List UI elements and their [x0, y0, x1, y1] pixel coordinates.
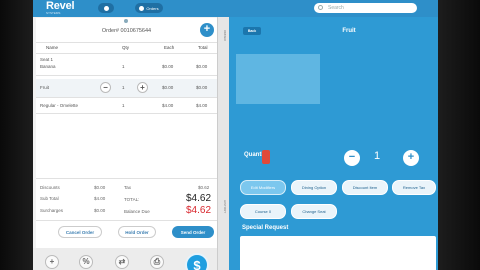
search-placeholder: Search — [328, 5, 344, 11]
row-name: Regular - Omelette — [40, 103, 79, 108]
surcharges-label: Surcharges — [40, 208, 64, 213]
orders-nav-button[interactable]: Orders — [135, 3, 163, 13]
decrease-qty-button[interactable]: − — [100, 82, 111, 93]
split-icon[interactable]: ⇄ — [115, 255, 129, 269]
item-title: Fruit — [342, 28, 356, 34]
history-tab-label[interactable]: HISTORY — [219, 200, 227, 213]
top-bar: Revel SYSTEMS Orders Search — [33, 0, 438, 17]
quantity-value: 1 — [374, 150, 381, 162]
row-qty: 1 — [122, 85, 125, 90]
item-detail-panel: Back Fruit Quantity − 1 + Edit Modifiers… — [229, 17, 438, 270]
row-total: $0.00 — [196, 85, 208, 90]
order-pin-icon — [124, 19, 128, 23]
remove-tax-button[interactable]: Remove Tax — [392, 180, 436, 195]
row-total: $0.00 — [196, 64, 208, 69]
discounts-value: $0.00 — [94, 185, 106, 190]
home-button[interactable] — [98, 3, 114, 13]
drag-handle[interactable] — [262, 150, 270, 164]
change-seat-button[interactable]: Change Seat — [291, 204, 337, 219]
balance-value: $4.62 — [186, 205, 212, 216]
edit-modifiers-button[interactable]: Edit Modifiers — [240, 180, 286, 195]
row-total: $4.00 — [196, 103, 208, 108]
pay-button[interactable]: $ — [185, 253, 209, 270]
device-bezel-left — [0, 0, 33, 270]
divider — [36, 113, 217, 114]
row-sub: Banana — [40, 64, 56, 69]
order-number: Order# 0010675644 — [101, 28, 152, 34]
row-name: Seat 1 — [40, 57, 54, 62]
orders-nav-label: Orders — [146, 5, 159, 11]
total-value: $4.62 — [186, 193, 212, 204]
row-name: Fruit — [40, 85, 49, 90]
divider — [36, 75, 217, 76]
divider — [36, 42, 217, 43]
order-row-selected[interactable] — [36, 79, 217, 97]
search-icon — [318, 5, 323, 10]
send-order-button[interactable]: Send Order — [172, 226, 214, 238]
quantity-decrease-button[interactable]: − — [344, 150, 360, 166]
order-panel: Order# 0010675644 + Name Qty Each Total … — [36, 18, 217, 248]
pos-screen: Revel SYSTEMS Orders Search Order# 00106… — [33, 0, 438, 270]
orders-icon — [139, 5, 145, 11]
row-each: $4.00 — [162, 103, 174, 108]
divider — [36, 220, 217, 221]
order-tab-label[interactable]: ORDER — [219, 30, 227, 41]
divider — [36, 97, 217, 98]
panel-divider — [217, 17, 229, 270]
quantity-increase-button[interactable]: + — [403, 150, 419, 166]
hold-order-button[interactable]: Hold Order — [118, 226, 156, 238]
balance-label: Balance Due — [124, 209, 150, 214]
logo-subtitle: SYSTEMS — [46, 11, 61, 15]
device-bezel-right — [438, 0, 480, 270]
row-qty: 1 — [122, 103, 125, 108]
add-item-button[interactable]: + — [200, 23, 214, 37]
discount-icon[interactable]: % — [79, 255, 93, 269]
divider — [36, 178, 217, 179]
row-qty: 1 — [122, 64, 125, 69]
row-each: $0.00 — [162, 64, 174, 69]
surcharges-value: $0.00 — [94, 208, 106, 213]
special-request-label: Special Request — [242, 225, 289, 231]
tablet-device: Revel SYSTEMS Orders Search Order# 00106… — [0, 0, 480, 270]
divider — [36, 53, 217, 54]
search-input[interactable]: Search — [314, 3, 417, 13]
subtotal-value: $4.00 — [94, 196, 106, 201]
home-icon — [103, 5, 109, 11]
discount-item-button[interactable]: Discount Item — [342, 180, 388, 195]
print-icon[interactable]: ⎙ — [150, 255, 164, 269]
tax-label: Tax — [124, 185, 132, 190]
dining-option-button[interactable]: Dining Option — [291, 180, 337, 195]
action-icon-bar: + % ⇄ ⎙ $ — [33, 248, 218, 270]
special-request-input[interactable] — [240, 236, 436, 270]
row-each: $0.00 — [162, 85, 174, 90]
back-button[interactable]: Back — [243, 27, 261, 35]
cancel-order-button[interactable]: Cancel Order — [58, 226, 102, 238]
discounts-label: Discounts — [40, 185, 60, 190]
course-button[interactable]: Course 0 — [240, 204, 286, 219]
subtotal-label: Sub Total — [40, 196, 59, 201]
item-image — [236, 54, 320, 104]
tax-value: $0.62 — [198, 185, 210, 190]
add-icon[interactable]: + — [45, 255, 59, 269]
total-label: TOTAL: — [124, 197, 140, 202]
increase-qty-button[interactable]: + — [137, 82, 148, 93]
